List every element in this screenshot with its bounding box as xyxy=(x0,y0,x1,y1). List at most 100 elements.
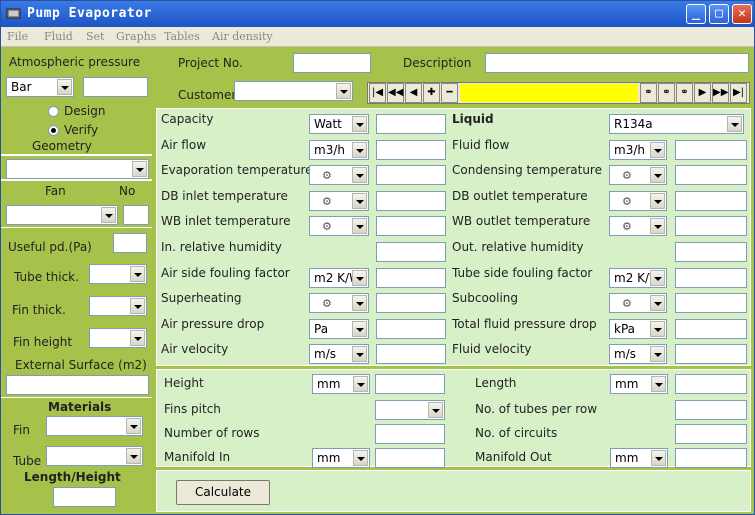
maximize-button[interactable]: □ xyxy=(709,4,729,24)
length-height-label: Length/Height xyxy=(24,470,121,484)
menu-graphs[interactable]: Graphs xyxy=(116,27,156,46)
unit-select[interactable]: kPa xyxy=(609,319,667,339)
manifold-in-input[interactable] xyxy=(375,448,445,468)
find-prev-button[interactable]: ⚭ xyxy=(676,83,693,103)
manifold-in-label: Manifold In xyxy=(164,450,231,464)
unit-select[interactable]: m3/h xyxy=(609,140,667,160)
project-no-input[interactable] xyxy=(293,53,371,73)
value-input[interactable] xyxy=(376,216,446,236)
value-input[interactable] xyxy=(376,191,446,211)
unit-select[interactable]: ⚙ xyxy=(609,293,667,313)
design-radio[interactable] xyxy=(48,106,59,117)
customer-select[interactable] xyxy=(234,81,353,101)
calculate-button[interactable]: Calculate xyxy=(176,480,270,505)
chevron-down-icon xyxy=(130,298,145,314)
atm-pressure-input[interactable] xyxy=(83,77,148,97)
unit-select[interactable]: R134a xyxy=(609,114,744,134)
fan-number-input[interactable] xyxy=(123,205,149,225)
value-input[interactable] xyxy=(376,319,446,339)
unit-select[interactable]: Pa xyxy=(309,319,369,339)
unit-select[interactable]: m/s xyxy=(309,344,369,364)
add-record-button[interactable]: ✚ xyxy=(423,83,440,103)
unit-select[interactable]: Watt xyxy=(309,114,369,134)
minimize-button[interactable]: _ xyxy=(686,4,706,24)
fan-select[interactable] xyxy=(6,205,118,225)
value-input[interactable] xyxy=(376,242,446,262)
value-input[interactable] xyxy=(675,140,747,160)
height-unit-select[interactable]: mm xyxy=(312,374,370,394)
length-height-input[interactable] xyxy=(53,487,116,507)
rows-input[interactable] xyxy=(375,424,445,444)
geometry-select[interactable] xyxy=(6,159,149,179)
last-record-button[interactable]: ▶| xyxy=(730,83,747,103)
menu-fluid[interactable]: Fluid xyxy=(44,27,73,46)
chevron-down-icon xyxy=(650,167,665,183)
unit-select[interactable]: m2 K/W xyxy=(309,268,369,288)
description-input[interactable] xyxy=(485,53,749,73)
unit-select[interactable]: ⚙ xyxy=(309,165,369,185)
unit-select[interactable]: ⚙ xyxy=(609,165,667,185)
unit-select[interactable]: ⚙ xyxy=(309,191,369,211)
geometry-label: Geometry xyxy=(32,139,92,153)
length-unit-select[interactable]: mm xyxy=(610,374,668,394)
unit-select[interactable]: ⚙ xyxy=(309,216,369,236)
fin-height-label: Fin height xyxy=(13,335,73,349)
menu-air-density[interactable]: Air density xyxy=(212,27,273,46)
atm-unit-select[interactable]: Bar xyxy=(6,77,74,97)
length-input[interactable] xyxy=(675,374,747,394)
close-button[interactable]: ✕ xyxy=(732,4,752,24)
unit-select[interactable]: ⚙ xyxy=(309,293,369,313)
unit-select[interactable]: m2 K/W xyxy=(609,268,667,288)
value-input[interactable] xyxy=(675,242,747,262)
next-record-button[interactable]: ▶ xyxy=(694,83,711,103)
find-next-button[interactable]: ⚭ xyxy=(658,83,675,103)
find-button[interactable]: ⚭ xyxy=(640,83,657,103)
verify-radio[interactable] xyxy=(48,125,59,136)
menu-tables[interactable]: Tables xyxy=(164,27,200,46)
value-input[interactable] xyxy=(675,293,747,313)
fin-height-select[interactable] xyxy=(89,328,147,348)
value-input[interactable] xyxy=(675,216,747,236)
tube-thick-select[interactable] xyxy=(89,264,147,284)
menu-file[interactable]: File xyxy=(7,27,28,46)
value-input[interactable] xyxy=(376,344,446,364)
useful-pd-input[interactable] xyxy=(113,233,147,253)
value-input[interactable] xyxy=(675,165,747,185)
value-input[interactable] xyxy=(376,268,446,288)
next-page-button[interactable]: ▶▶ xyxy=(712,83,729,103)
next-page-icon: ▶▶ xyxy=(713,87,729,98)
external-surface-input[interactable] xyxy=(6,375,149,395)
value-input[interactable] xyxy=(675,319,747,339)
remove-record-button[interactable]: ━ xyxy=(441,83,458,103)
value-input[interactable] xyxy=(376,140,446,160)
tubes-per-row-input[interactable] xyxy=(675,400,747,420)
unit-select[interactable]: m/s xyxy=(609,344,667,364)
fin-material-select[interactable] xyxy=(46,416,143,436)
unit-select[interactable]: ⚙ xyxy=(609,191,667,211)
manifold-out-unit-select[interactable]: mm xyxy=(610,448,668,468)
tube-material-select[interactable] xyxy=(46,446,143,466)
manifold-out-input[interactable] xyxy=(675,448,747,468)
menu-set[interactable]: Set xyxy=(86,27,104,46)
unit-select[interactable]: ⚙ xyxy=(609,216,667,236)
chevron-down-icon xyxy=(353,376,368,392)
value-input[interactable] xyxy=(675,268,747,288)
value-input[interactable] xyxy=(675,344,747,364)
unit-select[interactable]: m3/h xyxy=(309,140,369,160)
value-input[interactable] xyxy=(675,191,747,211)
left-sidebar: Atmospheric pressure Bar Design Verify G… xyxy=(1,47,152,514)
record-field[interactable] xyxy=(460,84,638,102)
first-record-button[interactable]: |◀ xyxy=(369,83,386,103)
value-input[interactable] xyxy=(376,165,446,185)
height-input[interactable] xyxy=(375,374,445,394)
manifold-in-unit-select[interactable]: mm xyxy=(312,448,370,468)
prev-page-button[interactable]: ◀◀ xyxy=(387,83,404,103)
param-label: DB inlet temperature xyxy=(161,189,288,203)
circuits-input[interactable] xyxy=(675,424,747,444)
fin-thick-select[interactable] xyxy=(89,296,147,316)
app-window: Pump Evaporator _ □ ✕ File Fluid Set Gra… xyxy=(0,0,755,515)
value-input[interactable] xyxy=(376,114,446,134)
fins-pitch-select[interactable] xyxy=(375,400,445,420)
value-input[interactable] xyxy=(376,293,446,313)
prev-record-button[interactable]: ◀ xyxy=(405,83,422,103)
